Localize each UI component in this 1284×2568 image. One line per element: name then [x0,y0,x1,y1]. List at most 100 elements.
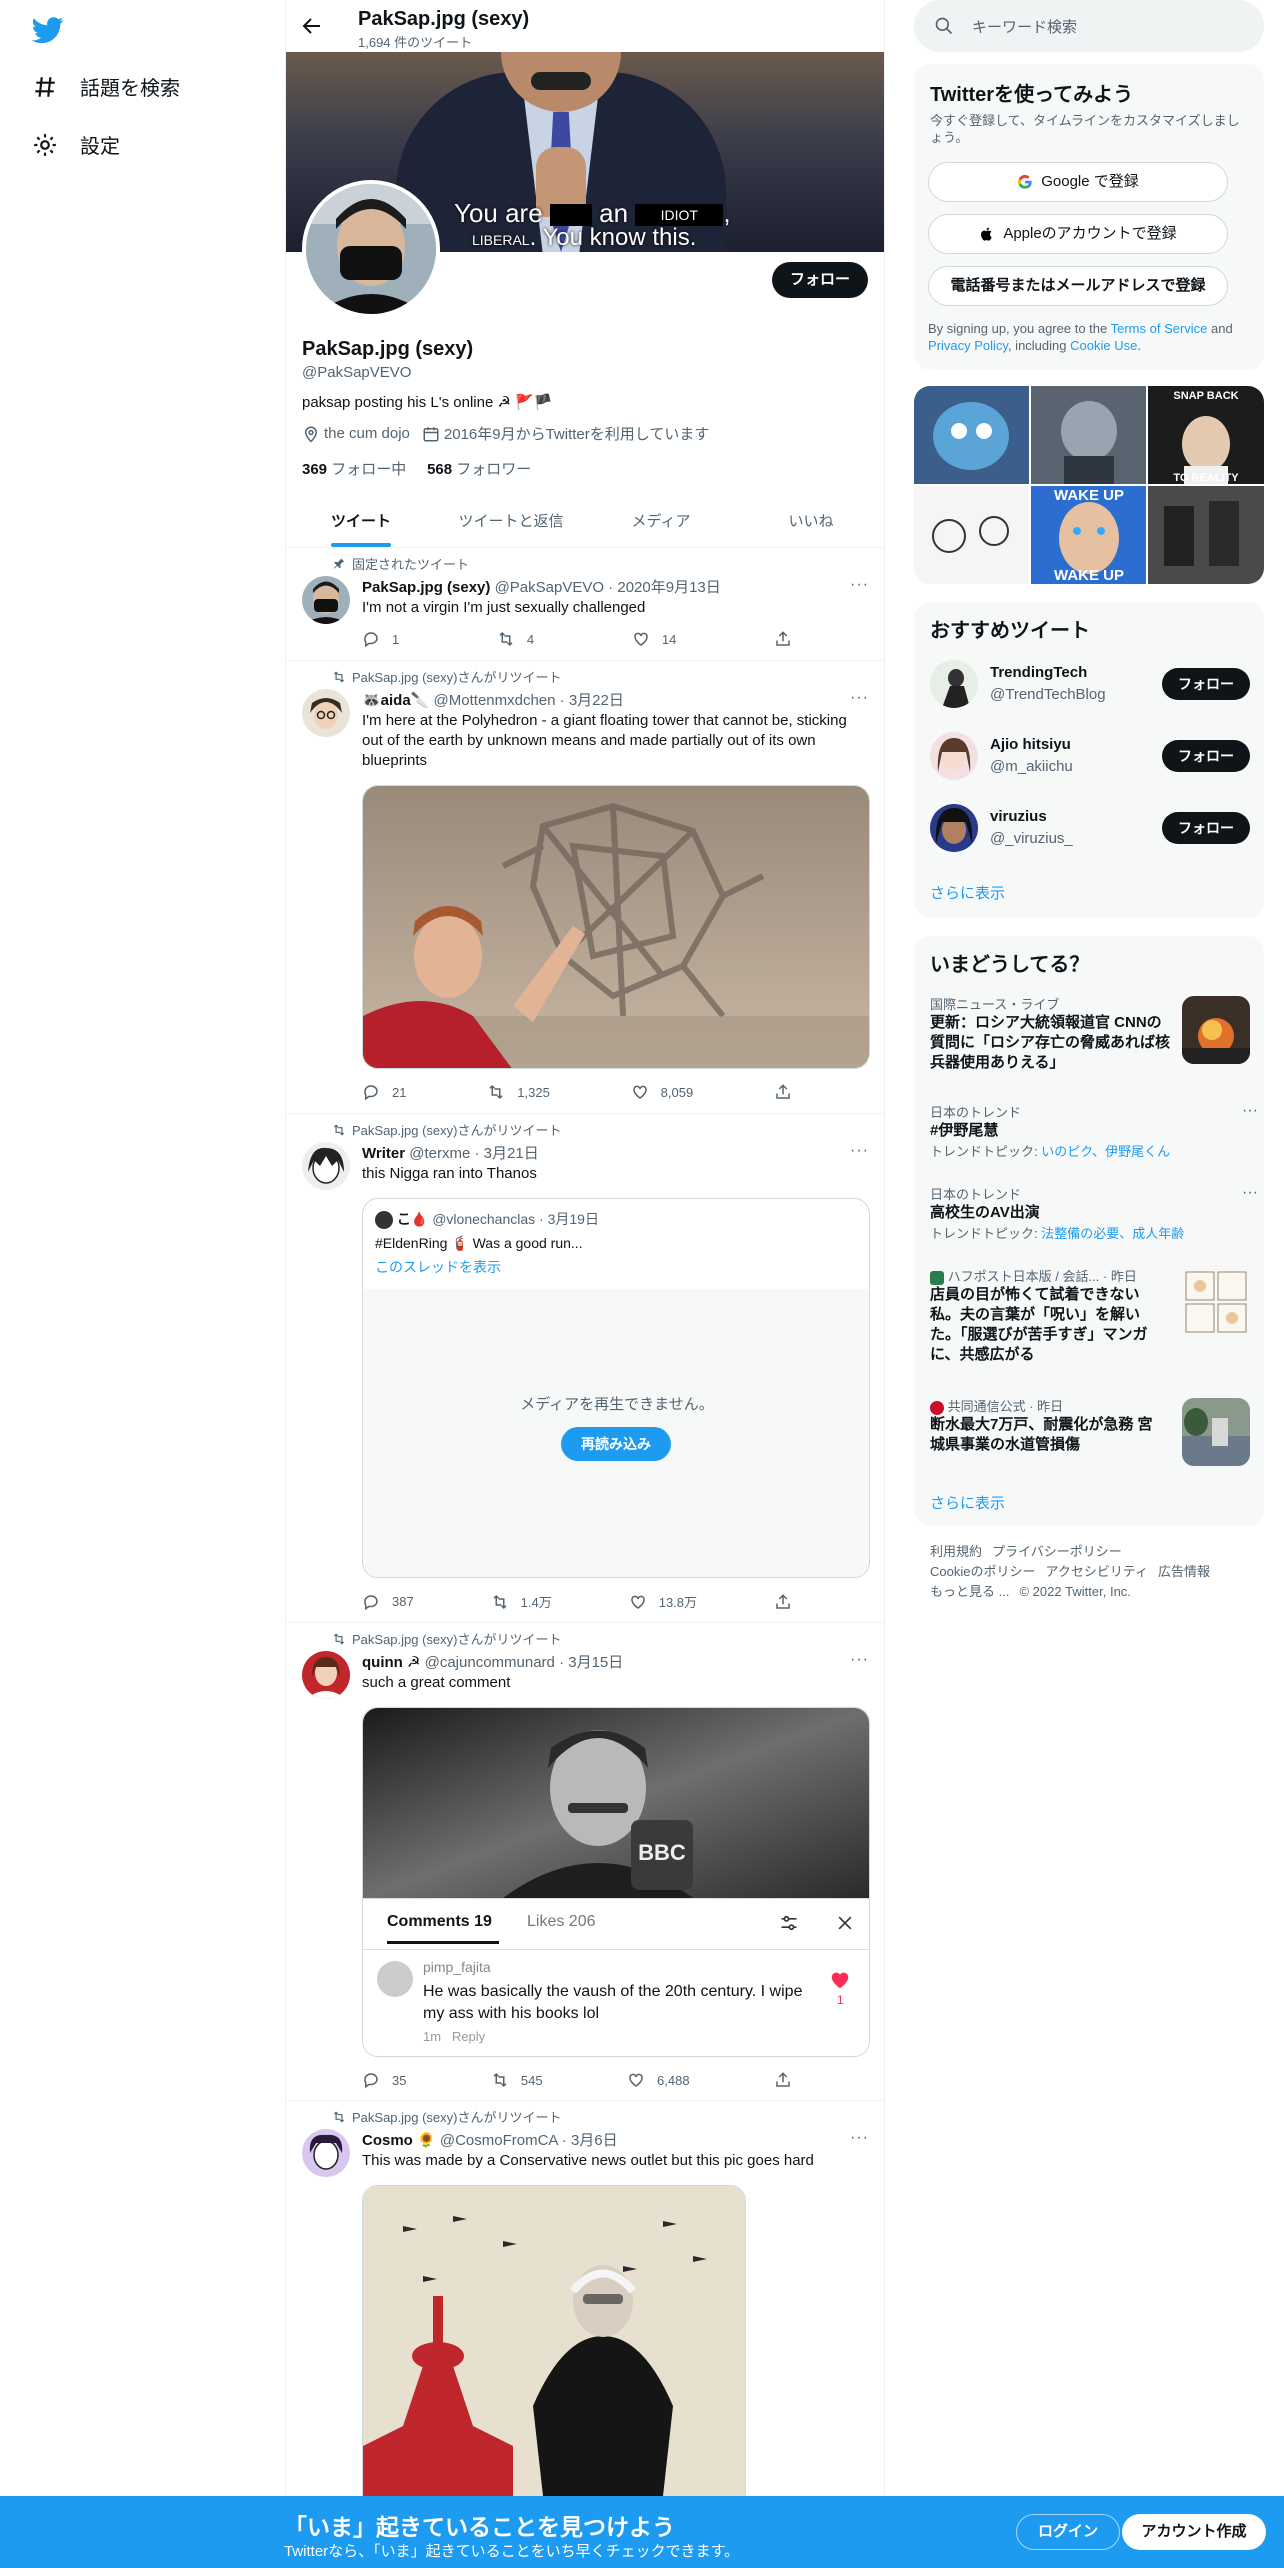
grid-caption-2: TO REALITY [1173,472,1239,484]
tab-tweets[interactable]: ツイート [286,495,436,547]
search-placeholder: キーワード検索 [972,19,1078,36]
more-options-icon[interactable]: ··· [1242,1184,1258,1202]
footer-link[interactable]: 広告情報 [1158,1564,1210,1579]
avatar[interactable] [302,1651,350,1699]
search-box[interactable]: キーワード検索 [914,0,1264,52]
recommended-user[interactable]: TrendingTech @TrendTechBlog フォロー [930,648,1250,720]
tweet-text: This was made by a Conservative news out… [362,2152,814,2169]
profile-avatar[interactable] [302,180,440,318]
calendar-icon [423,426,439,441]
tweet-item[interactable]: PakSap.jpg (sexy)さんがリツイート quinn ☭ @cajun… [286,1623,884,2101]
tweet-item[interactable]: 固定されたツイート PakSap.jpg (sexy) @PakSapVEVO … [286,548,884,661]
tab-likes[interactable]: いいね [736,495,884,547]
reply-button[interactable]: 21 [362,1083,406,1101]
avatar[interactable] [302,2129,350,2177]
retweet-icon [489,1084,503,1100]
twitter-logo-icon[interactable] [32,14,64,46]
show-more-link[interactable]: さらに表示 [930,1492,1005,1513]
more-options-icon[interactable]: ··· [1242,1102,1258,1120]
trend-item[interactable]: 共同通信公式 · 昨日 断水最大7万戸、耐震化が急務 宮城県事業の水道管損傷 [930,1396,1250,1466]
tab-tweets-replies[interactable]: ツイートと返信 [436,495,586,547]
profile-bio: paksap posting his L's online ☭ 🚩🏴 [302,394,553,411]
tweet-item[interactable]: PakSap.jpg (sexy)さんがリツイート Writer @terxme… [286,1114,884,1623]
follow-button[interactable]: フォロー [1162,668,1250,700]
more-options-icon[interactable]: ··· [850,1142,870,1160]
trend-item[interactable]: 国際ニュース・ライブ 更新：ロシア大統領報道官 CNNの質問に「ロシア存亡の脅威… [930,994,1250,1073]
privacy-link[interactable]: Privacy Policy [928,338,1008,353]
follow-button[interactable]: フォロー [1162,740,1250,772]
following-link[interactable]: 369 フォロー中 [302,461,406,478]
retweet-button[interactable]: 545 [491,2071,543,2089]
follow-button[interactable]: フォロー [771,262,868,298]
signup-terms: By signing up, you agree to the Terms of… [928,321,1233,353]
avatar[interactable] [302,689,350,737]
footer-link[interactable]: アクセシビリティ [1045,1564,1148,1579]
nav-explore[interactable]: 話題を検索 [32,72,180,101]
follow-button[interactable]: フォロー [1162,812,1250,844]
footer-link[interactable]: Cookieのポリシー [930,1564,1035,1579]
tweet-actions: 21 1,325 8,059 [362,1083,792,1101]
show-more-link[interactable]: さらに表示 [930,882,1005,903]
more-options-icon[interactable]: ··· [850,689,870,707]
show-thread-link[interactable]: このスレッドを表示 [375,1257,501,1277]
phone-email-signup-button[interactable]: 電話番号またはメールアドレスで登録 [928,266,1228,306]
tweet-header: PakSap.jpg (sexy) @PakSapVEVO · 2020年9月1… [362,579,721,596]
login-button[interactable]: ログイン [1016,2514,1120,2550]
tweet-item[interactable]: PakSap.jpg (sexy)さんがリツイート 🦝aida🔪 @Motten… [286,661,884,1114]
quote-tweet[interactable]: こ🩸 @vlonechanclas · 3月19日 #EldenRing 🧯 W… [362,1198,870,1578]
trend-item[interactable]: ハフポスト日本版 / 会話... · 昨日 店員の目が怖くて試着できない私。夫の… [930,1266,1250,1365]
quote-text: #EldenRing 🧯 Was a good run... [375,1235,583,1251]
retweet-icon [493,1594,507,1609]
more-options-icon[interactable]: ··· [850,576,870,594]
avatar[interactable] [302,1142,350,1190]
share-button[interactable] [774,1083,792,1101]
trend-item[interactable]: 日本のトレンド 高校生のAV出演 トレンドトピック: 法整備の必要、成人年齢 ·… [930,1184,1258,1242]
reply-button[interactable]: 387 [362,1592,414,1611]
footer-links: 利用規約 プライバシーポリシー Cookieのポリシー アクセシビリティ 広告情報 も… [930,1542,1250,1602]
back-arrow-icon[interactable] [300,14,324,38]
tab-media[interactable]: メディア [586,495,736,547]
like-button[interactable]: 6,488 [627,2071,690,2089]
reply-button[interactable]: 1 [362,630,399,648]
share-button[interactable] [774,630,792,648]
tweet-image[interactable]: BBC Comments 19 Likes 206 pimp_fajita He… [362,1707,870,2057]
location-icon [304,426,318,443]
retweet-button[interactable]: 1.4万 [491,1592,552,1611]
nav-settings[interactable]: 設定 [32,130,120,159]
retweet-button[interactable]: 1,325 [487,1083,550,1101]
terms-link[interactable]: Terms of Service [1111,321,1208,336]
media-grid[interactable]: SNAP BACK TO REALITY WAKE UP WAKE UP [914,386,1264,584]
reply-button[interactable]: 35 [362,2071,406,2089]
recommended-user[interactable]: viruzius @_viruzius_ フォロー [930,792,1250,864]
heart-filled-icon [831,1972,849,1989]
create-account-button[interactable]: アカウント作成 [1122,2514,1266,2550]
grid-caption-4: WAKE UP [1054,567,1124,584]
trend-item[interactable]: 日本のトレンド #伊野尾慧 トレンドトピック: いのピク、伊野尾くん ··· [930,1102,1258,1160]
recommended-title: おすすめツイート [930,620,1090,642]
tweet-header: quinn ☭ @cajuncommunard · 3月15日 [362,1654,624,1671]
google-signup-button[interactable]: Google で登録 [928,162,1228,202]
footer-link[interactable]: 利用規約 [930,1544,982,1559]
more-options-icon[interactable]: ··· [850,2129,870,2147]
share-button[interactable] [774,1592,792,1611]
trend-thumbnail [1182,1398,1250,1466]
footer-link[interactable]: もっと見る ... [930,1584,1009,1599]
tweet-context: PakSap.jpg (sexy)さんがリツイート [332,1629,562,1648]
cookie-link[interactable]: Cookie Use [1070,338,1137,353]
like-button[interactable]: 13.8万 [629,1592,697,1611]
share-button[interactable] [774,2071,792,2089]
tweet-image[interactable] [362,785,870,1069]
like-button[interactable]: 8,059 [631,1083,693,1101]
profile-stats: 369 フォロー中 568 フォロワー [302,458,531,479]
more-options-icon[interactable]: ··· [850,1651,870,1669]
avatar[interactable] [302,576,350,624]
recommended-user[interactable]: Ajio hitsiyu @m_akiichu フォロー [930,720,1250,792]
like-button[interactable]: 14 [632,630,676,648]
apple-signup-button[interactable]: Appleのアカウントで登録 [928,214,1228,254]
quote-avatar [375,1211,393,1230]
reload-button[interactable]: 再読み込み [561,1427,671,1461]
retweet-button[interactable]: 4 [497,630,534,648]
header-title: PakSap.jpg (sexy) [358,8,530,30]
followers-link[interactable]: 568 フォロワー [427,461,531,478]
footer-link[interactable]: プライバシーポリシー [992,1544,1122,1559]
